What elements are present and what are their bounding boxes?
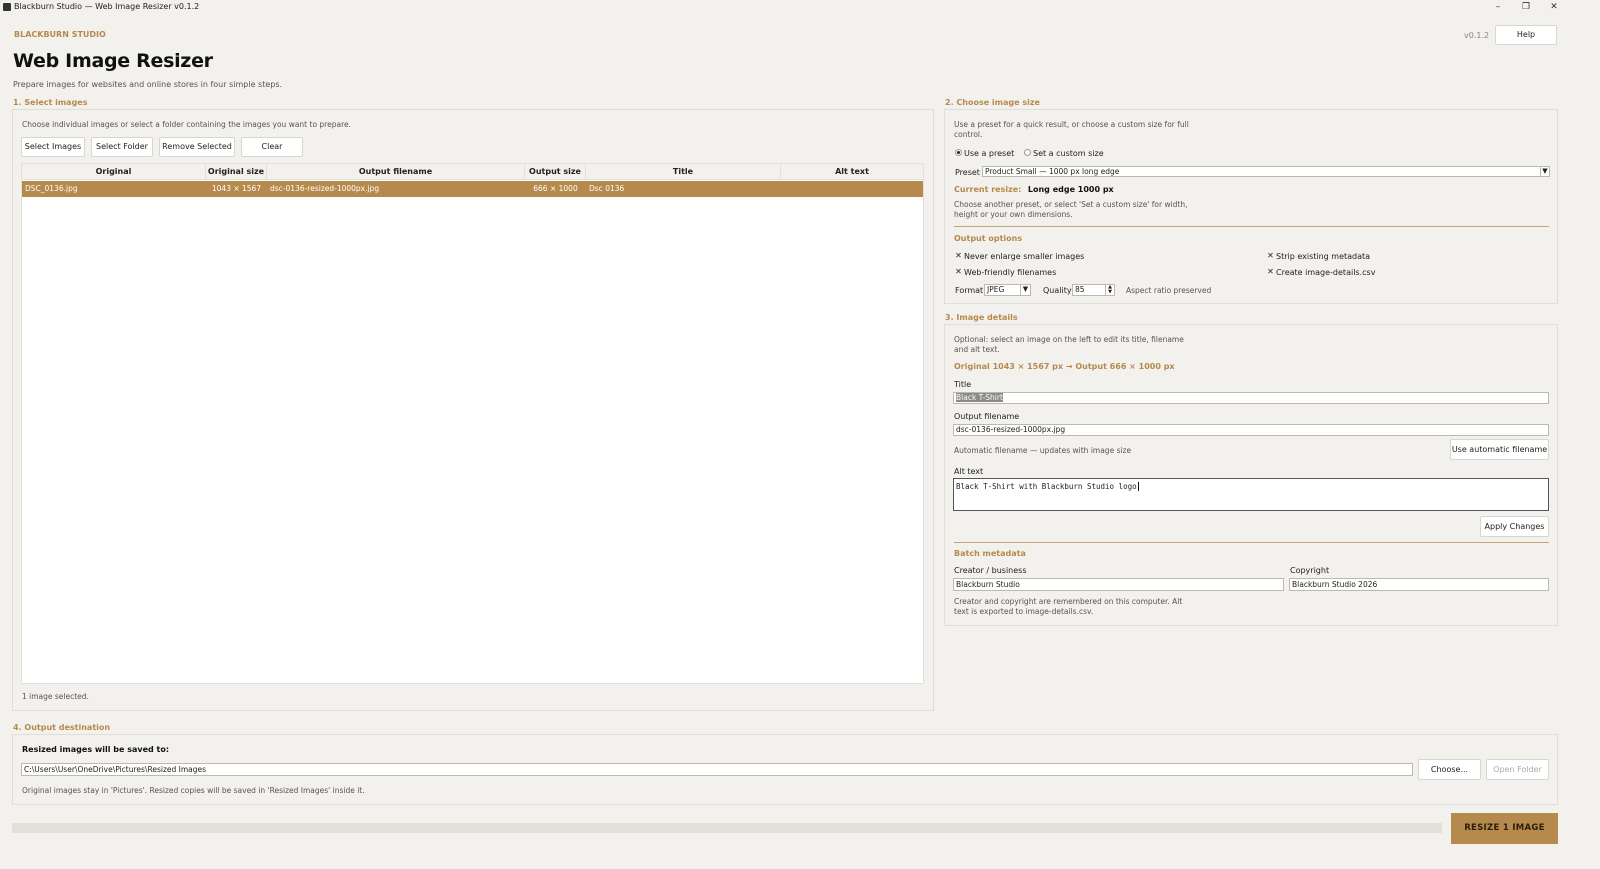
cell-title: Dsc 0136	[589, 184, 625, 193]
cell-alt-text	[784, 181, 922, 197]
section-output-label: 4. Output destination	[13, 723, 111, 732]
current-resize-hint: Choose another preset, or select 'Set a …	[954, 200, 1188, 219]
format-select[interactable]: JPEG ▼	[984, 284, 1031, 296]
use-automatic-filename-button[interactable]: Use automatic filename	[1450, 439, 1549, 460]
table-row[interactable]: DSC_0136.jpg 1043 × 1567 dsc-0136-resize…	[22, 181, 923, 197]
column-header-title[interactable]: Title	[586, 164, 781, 180]
dimensions-summary: Original 1043 × 1567 px → Output 666 × 1…	[954, 362, 1175, 371]
open-folder-button[interactable]: Open Folder	[1486, 759, 1549, 780]
never-enlarge-checkbox[interactable]: ✕	[955, 252, 962, 260]
image-size-hint: Use a preset for a quick result, or choo…	[954, 120, 1189, 139]
choose-folder-button[interactable]: Choose...	[1418, 759, 1481, 780]
text-cursor	[1137, 482, 1139, 491]
preset-label: Preset	[955, 168, 980, 177]
resize-images-button[interactable]: RESIZE 1 IMAGE	[1451, 813, 1558, 844]
window-titlebar: Blackburn Studio — Web Image Resizer v0.…	[0, 0, 1600, 14]
title-input-value: Black T-Shirt	[956, 393, 1003, 402]
current-resize-value: Long edge 1000 px	[1027, 185, 1114, 194]
custom-size-radio[interactable]	[1024, 149, 1031, 158]
use-preset-label[interactable]: Use a preset	[964, 149, 1014, 158]
create-csv-label[interactable]: Create image-details.csv	[1276, 268, 1375, 277]
maximize-icon[interactable]: ❐	[1512, 0, 1540, 14]
batch-note: Creator and copyright are remembered on …	[954, 597, 1183, 616]
divider	[954, 542, 1549, 543]
strip-metadata-label[interactable]: Strip existing metadata	[1276, 252, 1370, 261]
quality-value: 85	[1075, 285, 1085, 294]
create-csv-checkbox[interactable]: ✕	[1267, 268, 1274, 276]
cell-output-filename: dsc-0136-resized-1000px.jpg	[270, 184, 380, 193]
cell-output-size: 666 × 1000	[533, 184, 578, 193]
alt-text-textarea[interactable]: Black T-Shirt with Blackburn Studio logo	[953, 478, 1549, 511]
column-header-output-filename[interactable]: Output filename	[267, 164, 525, 180]
column-header-original[interactable]: Original	[22, 164, 206, 180]
alt-text-label: Alt text	[954, 467, 984, 476]
apply-changes-button[interactable]: Apply Changes	[1480, 516, 1549, 537]
selection-status: 1 image selected.	[22, 692, 89, 701]
output-options-label: Output options	[954, 234, 1023, 243]
output-heading: Resized images will be saved to:	[22, 745, 170, 754]
output-path-input[interactable]: C:\Users\User\OneDrive\Pictures\Resized …	[21, 763, 1413, 776]
clear-button[interactable]: Clear	[241, 137, 303, 157]
version-label: v0.1.2	[1464, 31, 1490, 40]
images-table: Original Original size Output filename O…	[21, 163, 924, 684]
never-enlarge-label[interactable]: Never enlarge smaller images	[964, 252, 1084, 261]
format-label: Format	[955, 286, 984, 295]
brand-label: BLACKBURN STUDIO	[14, 30, 106, 39]
web-friendly-checkbox[interactable]: ✕	[955, 268, 962, 276]
column-header-output-size[interactable]: Output size	[525, 164, 586, 180]
close-icon[interactable]: ✕	[1540, 0, 1568, 14]
preset-value: Product Small — 1000 px long edge	[985, 167, 1120, 176]
select-images-hint: Choose individual images or select a fol…	[22, 120, 351, 129]
quality-spinbox[interactable]: 85 ▲ ▼	[1072, 284, 1115, 296]
remove-selected-button[interactable]: Remove Selected	[159, 137, 235, 157]
title-field-label: Title	[954, 380, 972, 389]
table-header: Original Original size Output filename O…	[22, 164, 923, 180]
page-title: Web Image Resizer	[13, 50, 213, 72]
filename-input[interactable]: dsc-0136-resized-1000px.jpg	[953, 424, 1549, 436]
aspect-note: Aspect ratio preserved	[1126, 286, 1212, 295]
alt-text-value: Black T-Shirt with Blackburn Studio logo	[956, 482, 1137, 491]
filename-field-label: Output filename	[954, 412, 1020, 421]
copyright-label: Copyright	[1290, 566, 1330, 575]
progress-bar	[12, 823, 1442, 833]
select-folder-button[interactable]: Select Folder	[91, 137, 153, 157]
quality-label: Quality	[1043, 286, 1072, 295]
select-images-button[interactable]: Select Images	[21, 137, 85, 157]
chevron-down-icon: ▼	[1020, 285, 1030, 295]
web-friendly-label[interactable]: Web-friendly filenames	[964, 268, 1056, 277]
section-select-images-label: 1. Select images	[13, 98, 88, 107]
section-image-size-label: 2. Choose image size	[945, 98, 1040, 107]
creator-input[interactable]: Blackburn Studio	[953, 578, 1284, 591]
current-resize-label: Current resize:	[954, 185, 1022, 194]
window-title: Blackburn Studio — Web Image Resizer v0.…	[14, 2, 200, 11]
help-button[interactable]: Help	[1495, 25, 1557, 45]
current-resize: Current resize: Long edge 1000 px	[954, 185, 1114, 194]
title-input[interactable]: Black T-Shirt	[953, 392, 1549, 404]
page-subtitle: Prepare images for websites and online s…	[13, 80, 283, 89]
preset-select[interactable]: Product Small — 1000 px long edge ▼	[982, 166, 1550, 177]
minimize-icon[interactable]: –	[1484, 0, 1512, 14]
divider	[954, 226, 1549, 227]
batch-metadata-label: Batch metadata	[954, 549, 1026, 558]
use-preset-radio[interactable]	[955, 149, 962, 158]
section-image-details-label: 3. Image details	[945, 313, 1018, 322]
creator-label: Creator / business	[954, 566, 1027, 575]
app-icon	[3, 3, 11, 11]
output-note: Original images stay in 'Pictures'. Resi…	[22, 786, 365, 795]
spin-arrows-icon[interactable]: ▲ ▼	[1105, 285, 1114, 295]
cell-original-size: 1043 × 1567	[211, 184, 262, 193]
strip-metadata-checkbox[interactable]: ✕	[1267, 252, 1274, 260]
chevron-down-icon: ▼	[1540, 167, 1549, 176]
format-value: JPEG	[987, 285, 1005, 294]
custom-size-label[interactable]: Set a custom size	[1033, 149, 1104, 158]
cell-original: DSC_0136.jpg	[25, 184, 78, 193]
copyright-input[interactable]: Blackburn Studio 2026	[1289, 578, 1549, 591]
automatic-filename-note: Automatic filename — updates with image …	[954, 446, 1132, 455]
column-header-alt-text[interactable]: Alt text	[781, 164, 923, 180]
column-header-original-size[interactable]: Original size	[206, 164, 267, 180]
image-details-hint: Optional: select an image on the left to…	[954, 335, 1184, 354]
